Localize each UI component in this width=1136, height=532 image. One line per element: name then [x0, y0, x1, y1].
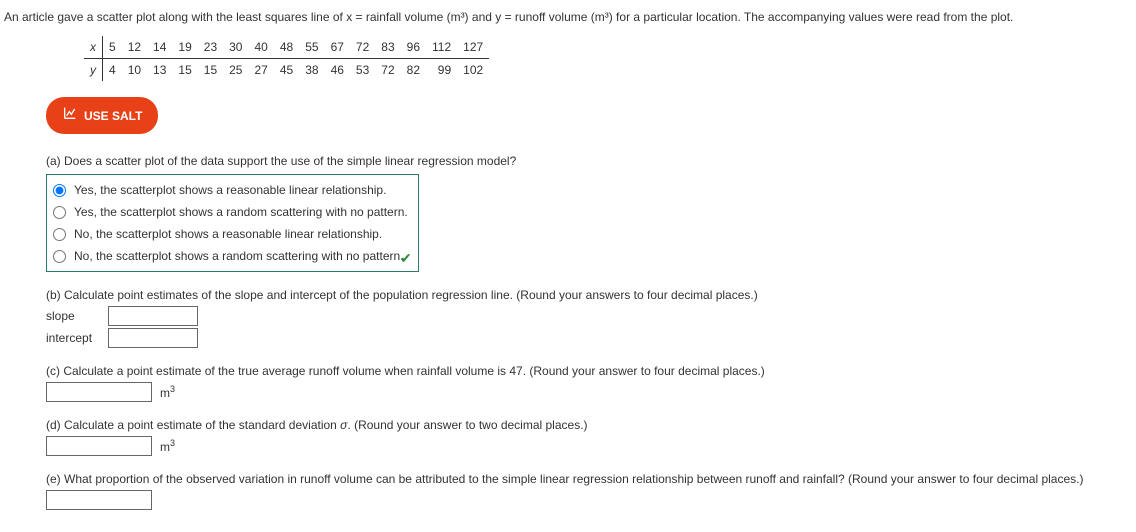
part-e-input[interactable] [46, 490, 152, 510]
option-label: Yes, the scatterplot shows a reasonable … [74, 181, 386, 199]
table-cell: 46 [325, 59, 350, 82]
option-row[interactable]: Yes, the scatterplot shows a reasonable … [51, 179, 408, 201]
option-label: No, the scatterplot shows a random scatt… [74, 247, 404, 265]
option-radio[interactable] [53, 206, 66, 219]
table-cell: 72 [350, 36, 375, 59]
table-cell: 72 [375, 59, 400, 82]
part-d-prompt: (d) Calculate a point estimate of the st… [46, 416, 1132, 434]
part-d-unit: m3 [160, 437, 175, 456]
table-cell: 55 [299, 36, 324, 59]
intercept-label: intercept [46, 329, 100, 347]
part-c-input[interactable] [46, 382, 152, 402]
part-b-prompt: (b) Calculate point estimates of the slo… [46, 286, 1132, 304]
part-c: (c) Calculate a point estimate of the tr… [46, 362, 1132, 402]
table-cell: 5 [103, 36, 122, 59]
part-e: (e) What proportion of the observed vari… [46, 470, 1132, 510]
part-e-prompt: (e) What proportion of the observed vari… [46, 470, 1132, 488]
intercept-input[interactable] [108, 328, 198, 348]
table-cell: 13 [147, 59, 172, 82]
table-cell: 23 [198, 36, 223, 59]
table-cell: 112 [426, 36, 457, 59]
table-cell: 83 [375, 36, 400, 59]
part-a-prompt: (a) Does a scatter plot of the data supp… [46, 152, 1132, 170]
problem-intro: An article gave a scatter plot along wit… [4, 8, 1132, 26]
table-cell: 99 [426, 59, 457, 82]
table-cell: 45 [274, 59, 299, 82]
table-cell: 53 [350, 59, 375, 82]
table-cell: 25 [223, 59, 248, 82]
part-a: (a) Does a scatter plot of the data supp… [46, 152, 1132, 272]
table-cell: 14 [147, 36, 172, 59]
table-cell: 48 [274, 36, 299, 59]
table-cell: 4 [103, 59, 122, 82]
table-cell: 67 [325, 36, 350, 59]
part-b: (b) Calculate point estimates of the slo… [46, 286, 1132, 348]
option-radio[interactable] [53, 228, 66, 241]
option-radio[interactable] [53, 184, 66, 197]
part-c-unit: m3 [160, 383, 175, 402]
chart-icon [62, 105, 78, 126]
table-cell: 15 [172, 59, 197, 82]
slope-input[interactable] [108, 306, 198, 326]
y-header: y [84, 59, 103, 82]
table-cell: 15 [198, 59, 223, 82]
table-cell: 19 [172, 36, 197, 59]
part-d-input[interactable] [46, 436, 152, 456]
table-cell: 12 [122, 36, 147, 59]
table-cell: 38 [299, 59, 324, 82]
option-label: No, the scatterplot shows a reasonable l… [74, 225, 382, 243]
option-label: Yes, the scatterplot shows a random scat… [74, 203, 408, 221]
check-icon: ✔ [400, 248, 412, 269]
table-cell: 102 [457, 59, 489, 82]
data-table: x5121419233040485567728396112127 y410131… [84, 36, 489, 81]
part-c-prompt: (c) Calculate a point estimate of the tr… [46, 362, 1132, 380]
options-box: Yes, the scatterplot shows a reasonable … [46, 174, 419, 272]
use-salt-button[interactable]: USE SALT [46, 97, 158, 134]
table-cell: 40 [248, 36, 273, 59]
table-cell: 27 [248, 59, 273, 82]
table-cell: 82 [401, 59, 426, 82]
table-cell: 10 [122, 59, 147, 82]
part-d: (d) Calculate a point estimate of the st… [46, 416, 1132, 456]
option-radio[interactable] [53, 250, 66, 263]
use-salt-label: USE SALT [84, 107, 142, 125]
x-header: x [84, 36, 103, 59]
option-row[interactable]: No, the scatterplot shows a random scatt… [51, 245, 408, 267]
option-row[interactable]: Yes, the scatterplot shows a random scat… [51, 201, 408, 223]
table-cell: 30 [223, 36, 248, 59]
option-row[interactable]: No, the scatterplot shows a reasonable l… [51, 223, 408, 245]
slope-label: slope [46, 307, 100, 325]
table-cell: 127 [457, 36, 489, 59]
table-cell: 96 [401, 36, 426, 59]
